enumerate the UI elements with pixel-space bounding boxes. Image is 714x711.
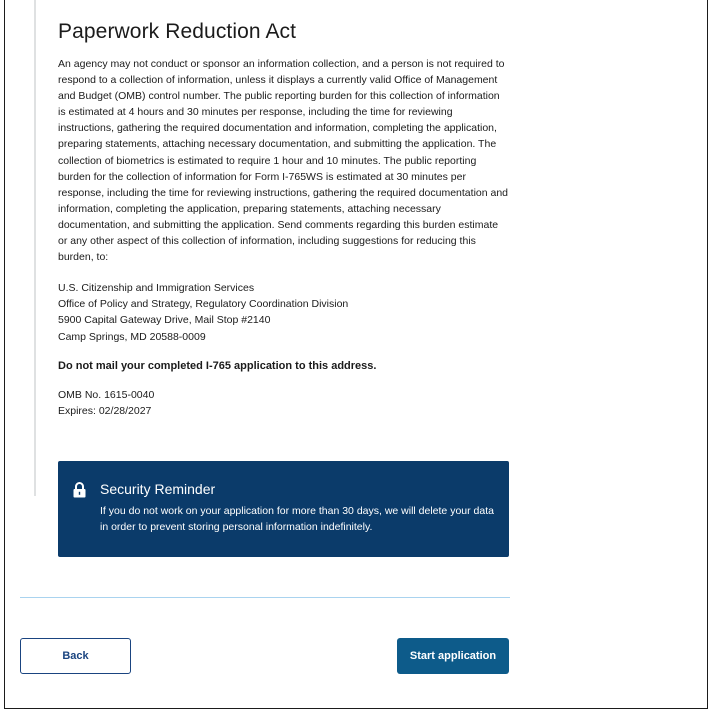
left-rail (34, 0, 36, 496)
address-line-2: Office of Policy and Strategy, Regulator… (58, 298, 349, 311)
paperwork-section: Paperwork Reduction Act An agency may no… (58, 20, 510, 419)
reminder-title: Security Reminder (100, 481, 216, 497)
do-not-mail-warning: Do not mail your completed I-765 applica… (58, 359, 377, 372)
expiration-date: Expires: 02/28/2027 (58, 404, 152, 417)
section-divider (20, 597, 510, 598)
lock-icon (73, 482, 86, 498)
omb-number: OMB No. 1615-0040 (58, 388, 155, 401)
address-line-3: 5900 Capital Gateway Drive, Mail Stop #2… (58, 314, 271, 327)
paperwork-paragraph: An agency may not conduct or sponsor an … (58, 58, 509, 264)
section-title: Paperwork Reduction Act (58, 20, 297, 43)
back-button[interactable]: Back (20, 638, 131, 674)
start-application-button[interactable]: Start application (397, 638, 509, 674)
address-line-1: U.S. Citizenship and Immigration Service… (58, 282, 255, 295)
reminder-body: If you do not work on your application f… (100, 505, 494, 533)
mailing-address: U.S. Citizenship and Immigration Service… (58, 280, 510, 344)
address-line-4: Camp Springs, MD 20588-0009 (58, 330, 206, 343)
security-reminder-alert: Security Reminder If you do not work on … (58, 461, 509, 557)
